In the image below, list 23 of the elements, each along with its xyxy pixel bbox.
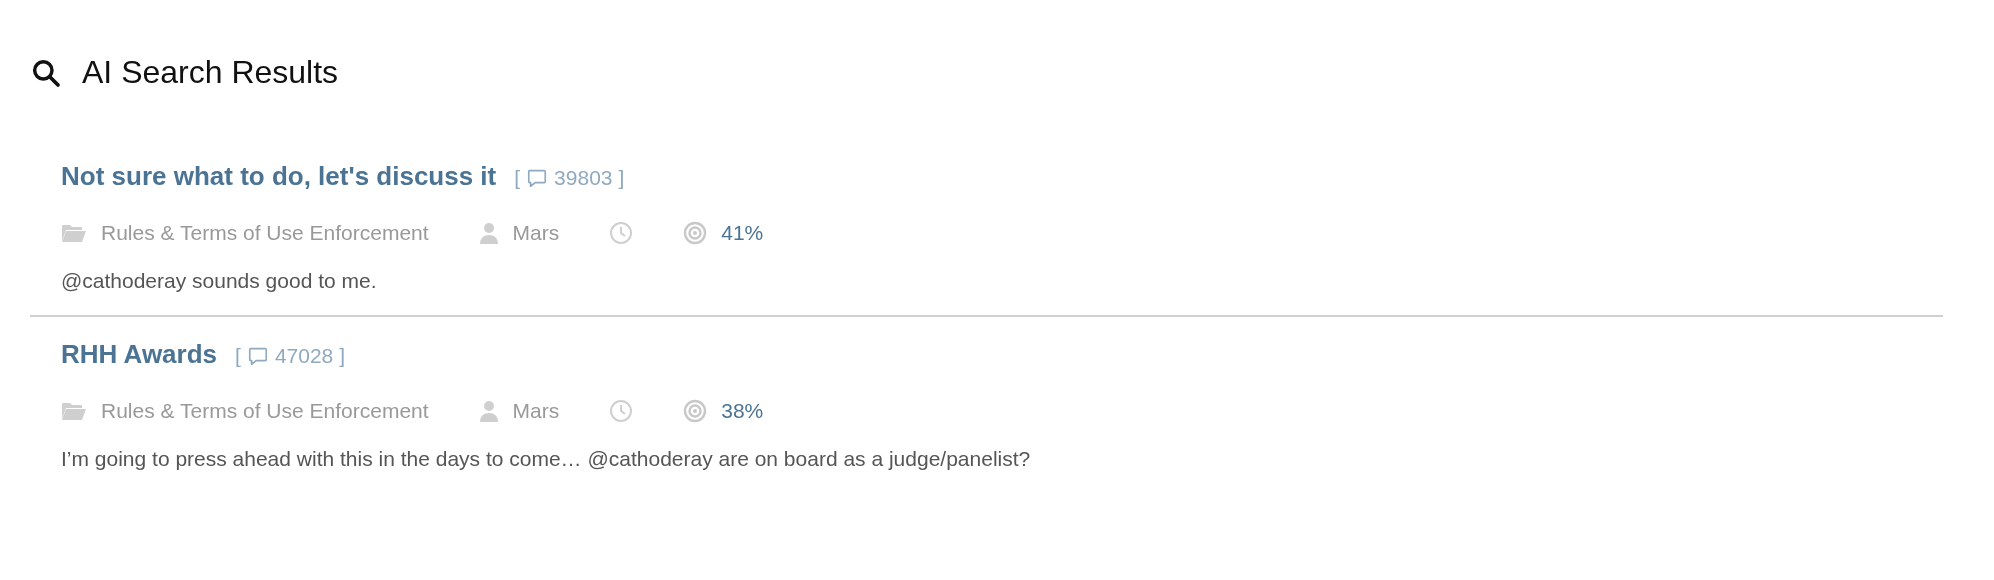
result-title[interactable]: Not sure what to do, let's discuss it xyxy=(61,161,497,192)
reply-count-link[interactable]: [ 39803 ] xyxy=(514,166,625,190)
result-title[interactable]: RHH Awards xyxy=(61,339,218,370)
target-icon xyxy=(683,399,708,423)
relevance-score: 38% xyxy=(721,399,764,423)
folder-icon xyxy=(61,401,87,421)
category-label[interactable]: Rules & Terms of Use Enforcement xyxy=(101,221,429,245)
clock-icon xyxy=(609,221,634,245)
category-label[interactable]: Rules & Terms of Use Enforcement xyxy=(101,399,429,423)
clock-icon xyxy=(609,399,634,423)
target-icon xyxy=(683,221,708,245)
relevance-score: 41% xyxy=(721,221,764,245)
reply-count-link[interactable]: [ 47028 ] xyxy=(235,344,346,368)
page-title: AI Search Results xyxy=(82,54,339,91)
speech-bubble-icon xyxy=(526,167,549,189)
folder-icon xyxy=(61,223,87,243)
user-icon xyxy=(478,400,499,422)
author-name[interactable]: Mars xyxy=(512,221,560,245)
speech-bubble-icon xyxy=(246,345,269,367)
result-excerpt: I’m going to press ahead with this in the days to come… @cathoderay are on board as a judge/panelist? xyxy=(61,447,1032,471)
author-name[interactable]: Mars xyxy=(512,399,560,423)
user-icon xyxy=(478,222,499,244)
result-excerpt: @cathoderay sounds good to me. xyxy=(61,269,378,293)
